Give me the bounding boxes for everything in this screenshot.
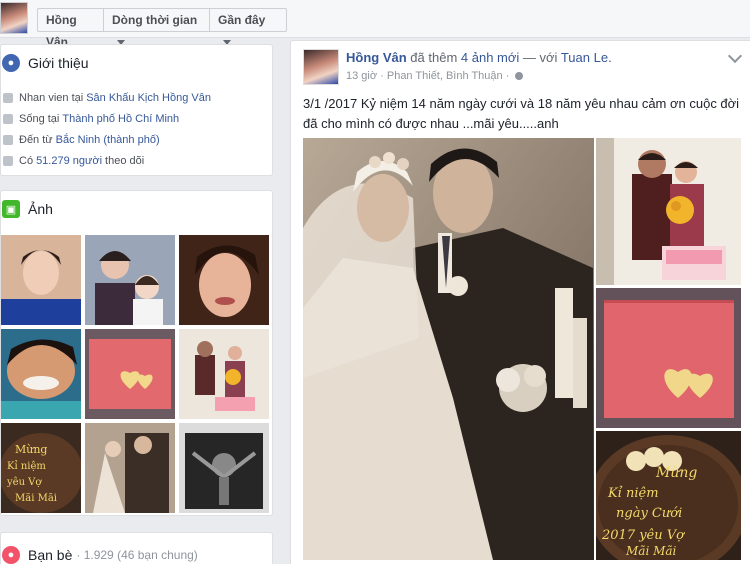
post-location[interactable]: · Phan Thiết, Bình Thuận · bbox=[380, 70, 509, 82]
photo-thumb[interactable] bbox=[179, 235, 269, 325]
couple-cake-photo bbox=[179, 329, 269, 419]
intro-title: Giới thiệu bbox=[28, 55, 89, 71]
post-author-link[interactable]: Hồng Vân bbox=[346, 50, 407, 65]
intro-row-work: Nhan vien tại Sân Khấu Kịch Hồng Vân bbox=[1, 87, 273, 108]
photos-title[interactable]: Ảnh bbox=[28, 201, 53, 217]
work-link[interactable]: Sân Khấu Kịch Hồng Vân bbox=[86, 92, 211, 104]
family-photo bbox=[85, 235, 175, 325]
photo-thumb[interactable] bbox=[179, 423, 269, 513]
post-with-text: — với bbox=[522, 50, 558, 65]
cake-text: Kỉ niệm bbox=[607, 486, 659, 501]
wedding-photo bbox=[85, 423, 175, 513]
recent-dropdown[interactable]: Gần đây bbox=[209, 8, 287, 46]
caricature-photo bbox=[1, 329, 81, 419]
photo-thumb[interactable] bbox=[1, 235, 81, 325]
post-header: Hồng Vân đã thêm 4 ảnh mới — với Tuan Le… bbox=[346, 50, 612, 65]
followers-link[interactable]: 51.279 người bbox=[36, 155, 102, 167]
intro-row-from: Đến từ Bắc Ninh (thành phố) bbox=[1, 129, 273, 150]
photos-card: ▣ Ảnh Mừng Kỉ niệm yêu Vợ Mãi Mãi bbox=[0, 190, 273, 516]
tagged-user-link[interactable]: Tuan Le. bbox=[561, 50, 612, 65]
intro-card: ● Giới thiệu Nhan vien tại Sân Khấu Kịch… bbox=[0, 44, 273, 176]
photos-header: ▣ Ảnh bbox=[1, 197, 53, 221]
friends-card: ● Bạn bè · 1.929 (46 bạn chung) bbox=[0, 532, 273, 564]
portrait-photo bbox=[1, 235, 81, 325]
friends-icon: ● bbox=[2, 546, 20, 564]
cake-text: ngày Cưới bbox=[616, 506, 682, 521]
photo-thumb[interactable] bbox=[85, 423, 175, 513]
photo-thumb[interactable] bbox=[85, 235, 175, 325]
red-card-photo bbox=[85, 329, 175, 419]
couple-cake-photo bbox=[596, 138, 741, 285]
post-side-photo[interactable] bbox=[596, 138, 741, 285]
photo-icon: ▣ bbox=[2, 200, 20, 218]
profile-top-bar: Hồng Vân Dòng thời gian Gần đây bbox=[0, 0, 750, 49]
recent-label: Gần đây bbox=[218, 13, 266, 27]
profile-name-button[interactable]: Hồng Vân bbox=[37, 8, 104, 49]
intro-header: ● Giới thiệu bbox=[1, 51, 89, 75]
friends-title[interactable]: Bạn bè bbox=[28, 547, 72, 563]
cake-text: Mừng bbox=[655, 465, 697, 481]
photo-thumb[interactable] bbox=[85, 329, 175, 419]
intro-text: Có bbox=[19, 154, 34, 167]
briefcase-icon bbox=[3, 92, 13, 103]
post-action-text: đã thêm bbox=[410, 50, 458, 65]
post-options-chevron-icon[interactable] bbox=[727, 48, 743, 64]
home-icon bbox=[3, 113, 13, 124]
post-author-avatar[interactable] bbox=[303, 49, 339, 85]
friends-count: · 1.929 (46 bạn chung) bbox=[76, 548, 198, 562]
intro-row-lives: Sống tại Thành phố Hồ Chí Minh bbox=[1, 108, 273, 129]
timeline-dropdown[interactable]: Dòng thời gian bbox=[103, 8, 210, 46]
cake-text: 2017 yêu Vợ bbox=[601, 528, 685, 543]
cake-photo: Mừng Kỉ niệm yêu Vợ Mãi Mãi bbox=[1, 423, 81, 513]
rss-icon bbox=[3, 155, 13, 166]
intro-text: Đến từ bbox=[19, 133, 53, 146]
new-photos-link[interactable]: 4 ảnh mới bbox=[461, 50, 519, 65]
poster-photo bbox=[179, 423, 269, 513]
globe-icon: ● bbox=[2, 54, 20, 72]
svg-text:Mừng: Mừng bbox=[15, 443, 47, 456]
intro-text: Nhan vien tại bbox=[19, 91, 84, 104]
timeline-label: Dòng thời gian bbox=[112, 13, 198, 27]
smiling-woman-photo bbox=[179, 235, 269, 325]
post-card: Hồng Vân đã thêm 4 ảnh mới — với Tuan Le… bbox=[290, 40, 750, 564]
svg-text:Kỉ niệm: Kỉ niệm bbox=[7, 461, 46, 472]
cake-photo: Mừng Kỉ niệm ngày Cưới 2017 yêu Vợ Mãi M… bbox=[596, 431, 741, 560]
intro-text: Sống tại bbox=[19, 112, 60, 125]
post-timestamp[interactable]: 13 giờ bbox=[346, 70, 377, 82]
location-pin-icon bbox=[3, 134, 13, 145]
svg-text:yêu Vợ: yêu Vợ bbox=[6, 477, 42, 488]
photo-thumb[interactable] bbox=[179, 329, 269, 419]
friends-header: ● Bạn bè · 1.929 (46 bạn chung) bbox=[1, 543, 198, 564]
red-card-photo bbox=[596, 288, 741, 428]
intro-list: Nhan vien tại Sân Khấu Kịch Hồng Vân Sốn… bbox=[1, 87, 273, 171]
public-globe-icon bbox=[515, 72, 524, 81]
intro-text: theo dõi bbox=[105, 154, 145, 167]
city-link[interactable]: Thành phố Hồ Chí Minh bbox=[62, 113, 179, 125]
svg-text:Mãi Mãi: Mãi Mãi bbox=[15, 493, 57, 504]
post-side-photo[interactable]: Mừng Kỉ niệm ngày Cưới 2017 yêu Vợ Mãi M… bbox=[596, 431, 741, 560]
hometown-link[interactable]: Bắc Ninh (thành phố) bbox=[56, 134, 160, 146]
post-meta: 13 giờ · Phan Thiết, Bình Thuận · bbox=[346, 70, 524, 82]
photo-thumb[interactable] bbox=[1, 329, 81, 419]
profile-avatar[interactable] bbox=[0, 2, 28, 34]
intro-row-followers: Có 51.279 người theo dõi bbox=[1, 150, 273, 171]
photo-thumb[interactable]: Mừng Kỉ niệm yêu Vợ Mãi Mãi bbox=[1, 423, 81, 513]
wedding-photo bbox=[303, 138, 594, 560]
post-text: 3/1 /2017 Kỷ niệm 14 năm ngày cưới và 18… bbox=[303, 96, 740, 131]
post-side-photo[interactable] bbox=[596, 288, 741, 428]
post-main-photo[interactable] bbox=[303, 138, 594, 560]
cake-text: Mãi Mãi bbox=[625, 544, 677, 558]
